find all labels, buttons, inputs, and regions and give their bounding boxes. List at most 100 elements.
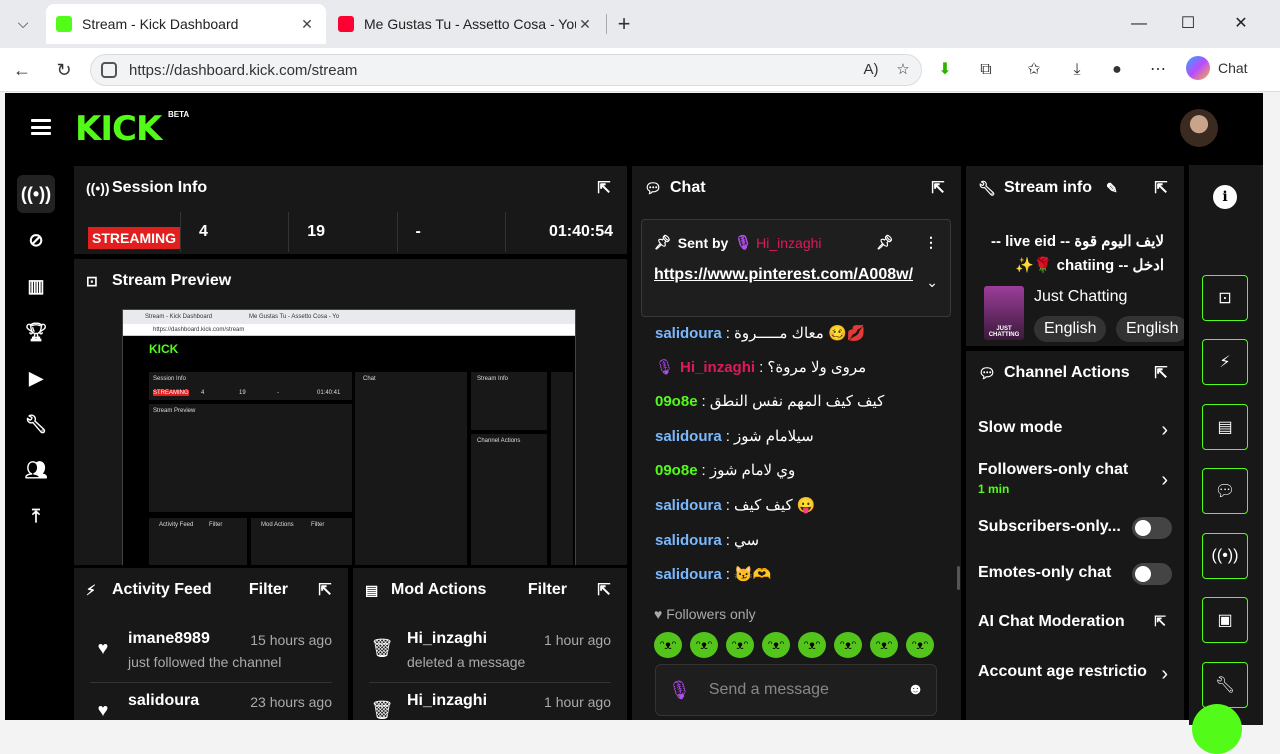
new-tab-icon[interactable]: + (612, 10, 636, 38)
mod-actions-toggle-button[interactable]: ▤ (1202, 404, 1248, 450)
stream-nav-icon[interactable]: ((•)) (17, 175, 55, 213)
slow-mode-row[interactable]: Slow mode › (978, 419, 1172, 441)
tab-actions-menu-icon[interactable]: ⌵ (8, 8, 38, 38)
favorite-star-icon[interactable]: ☆ (892, 59, 914, 81)
emote-icon[interactable]: ᵔᴥᵔ (726, 632, 754, 658)
popout-icon[interactable]: ⇱ (593, 580, 615, 600)
back-icon[interactable]: ← (8, 56, 36, 84)
unpin-icon[interactable]: 📌︎ (876, 234, 894, 251)
popout-icon[interactable]: ⇱ (927, 178, 949, 198)
pinned-link[interactable]: https://www.pinterest.com/A008w/ (654, 264, 914, 286)
trophy-nav-icon[interactable]: 🏆︎ (17, 313, 55, 351)
stream-preview-video[interactable]: Stream - Kick Dashboard Me Gustas Tu - A… (122, 309, 576, 565)
heart-icon: ♥ (97, 700, 109, 720)
emote-bar: ᵔᴥᵔ ᵔᴥᵔ ᵔᴥᵔ ᵔᴥᵔ ᵔᴥᵔ ᵔᴥᵔ ᵔᴥᵔ ᵔᴥᵔ (654, 632, 934, 658)
popout-icon[interactable]: ⇱ (1150, 178, 1172, 198)
download-extension-icon[interactable]: ⬇ (932, 57, 958, 83)
close-icon[interactable]: ✕ (298, 16, 316, 33)
maximize-icon[interactable]: ☐ (1173, 10, 1203, 38)
refresh-icon[interactable]: ↻ (50, 56, 78, 84)
close-icon[interactable]: ✕ (576, 16, 594, 33)
preview-channel-actions: Channel Actions (471, 434, 547, 565)
chat-username[interactable]: salidoura (655, 497, 722, 514)
chevron-down-icon[interactable]: ⌄ (926, 274, 938, 291)
chat-username[interactable]: salidoura (655, 325, 722, 342)
activity-toggle-button[interactable]: ⚡︎ (1202, 339, 1248, 385)
chat-text: كيف كيف المهم نفس النطق (709, 393, 885, 410)
popout-icon[interactable]: ⇱ (314, 580, 336, 600)
feed-username[interactable]: imane8989 (128, 630, 210, 648)
emote-icon[interactable]: ᵔᴥᵔ (762, 632, 790, 658)
account-age-row[interactable]: Account age restrictio › (978, 663, 1172, 685)
info-icon[interactable]: i (1213, 185, 1237, 209)
chat-toggle-button[interactable]: 💬︎ (1202, 468, 1248, 514)
chat-scrollbar[interactable] (957, 566, 960, 590)
videos-nav-icon[interactable]: ▶ (17, 359, 55, 397)
menu-icon[interactable] (31, 119, 51, 135)
category-name[interactable]: Just Chatting (1034, 288, 1127, 306)
mod-username[interactable]: Hi_inzaghi (407, 630, 487, 648)
tab-kick-dashboard[interactable]: Stream - Kick Dashboard ✕ (46, 4, 326, 44)
floating-action-button[interactable] (1192, 704, 1242, 754)
favorites-icon[interactable]: ✩ (1021, 57, 1047, 83)
filter-button[interactable]: Filter (528, 581, 567, 599)
emotes-only-toggle[interactable] (1132, 563, 1172, 585)
upload-nav-icon[interactable]: ⤒ (17, 497, 55, 535)
edit-icon[interactable]: ✎ (1106, 180, 1150, 197)
chat-message: 09o8e: وي لامام شوز (655, 461, 796, 480)
subscribers-only-toggle[interactable] (1132, 517, 1172, 539)
feed-username[interactable]: salidoura (128, 692, 199, 710)
chat-message: salidoura: سيلامام شوز (655, 427, 814, 446)
chat-username[interactable]: 09o8e (655, 393, 698, 410)
site-info-icon[interactable] (101, 62, 117, 78)
url-bar[interactable]: https://dashboard.kick.com/stream (90, 54, 922, 86)
chat-username[interactable]: salidoura (655, 566, 722, 583)
read-aloud-icon[interactable]: A) (860, 59, 882, 81)
copilot-chat-button[interactable]: Chat (1186, 56, 1248, 80)
kick-logo[interactable]: KICK (75, 109, 162, 149)
emote-icon[interactable]: ᵔᴥᵔ (834, 632, 862, 658)
emote-icon[interactable]: ᵔᴥᵔ (798, 632, 826, 658)
copilot-label: Chat (1218, 60, 1248, 76)
chat-username[interactable]: salidoura (655, 532, 722, 549)
emote-icon[interactable]: ᵔᴥᵔ (906, 632, 934, 658)
tab-divider (606, 14, 607, 34)
more-menu-icon[interactable]: ⋯ (1145, 57, 1171, 83)
downloads-icon[interactable]: ⤓ (1064, 57, 1090, 83)
popout-icon[interactable]: ⇱ (593, 178, 615, 198)
screen-icon: ⊡ (1218, 290, 1232, 307)
mod-username[interactable]: Hi_inzaghi (407, 692, 487, 710)
category-thumbnail[interactable]: JUST CHATTING (984, 286, 1024, 340)
chat-username[interactable]: 09o8e (655, 462, 698, 479)
window-close-icon[interactable]: ✕ (1226, 10, 1256, 38)
links-nav-icon[interactable]: ⊘ (17, 221, 55, 259)
followers-only-row[interactable]: Followers-only chat 1 min › (978, 461, 1172, 496)
chat-username[interactable]: salidoura (655, 428, 722, 445)
stream-info-toggle-button[interactable]: 🔧︎ (1202, 662, 1248, 708)
emote-icon[interactable]: ᵔᴥᵔ (654, 632, 682, 658)
chat-message-input[interactable]: 🎙︎ Send a message ☻ (655, 664, 937, 716)
profile-icon[interactable]: ● (1104, 57, 1130, 83)
extensions-icon[interactable]: ⧉ (973, 57, 999, 83)
emote-icon[interactable]: ᵔᴥᵔ (870, 632, 898, 658)
chat-settings-icon: 💬︎ (978, 364, 996, 381)
pinned-username[interactable]: Hi_inzaghi (756, 235, 821, 251)
kebab-menu-icon[interactable]: ⋮ (924, 234, 938, 251)
filter-button[interactable]: Filter (249, 581, 288, 599)
video-toggle-button[interactable]: ▣ (1202, 597, 1248, 643)
analytics-nav-icon[interactable]: ▥ (17, 267, 55, 305)
popout-icon[interactable]: ⇱ (1150, 363, 1172, 383)
avatar[interactable] (1180, 109, 1218, 147)
chat-username[interactable]: Hi_inzaghi (680, 359, 755, 376)
emote-icon[interactable]: ᵔᴥᵔ (690, 632, 718, 658)
preview-stream-info: Stream Info (471, 372, 547, 430)
preview-toggle-button[interactable]: ⊡ (1202, 275, 1248, 321)
tab-youtube[interactable]: Me Gustas Tu - Assetto Cosa - YouTube ✕ (328, 4, 604, 44)
emoji-picker-icon[interactable]: ☻ (907, 681, 924, 699)
minimize-icon[interactable]: — (1124, 10, 1154, 38)
session-toggle-button[interactable]: ((•)) (1202, 533, 1248, 579)
community-nav-icon[interactable]: 👥︎ (17, 451, 55, 489)
tools-nav-icon[interactable]: 🔧︎ (17, 405, 55, 443)
ai-moderation-row[interactable]: AI Chat Moderation ⇱ (978, 613, 1172, 631)
action-label: Slow mode (978, 419, 1063, 436)
